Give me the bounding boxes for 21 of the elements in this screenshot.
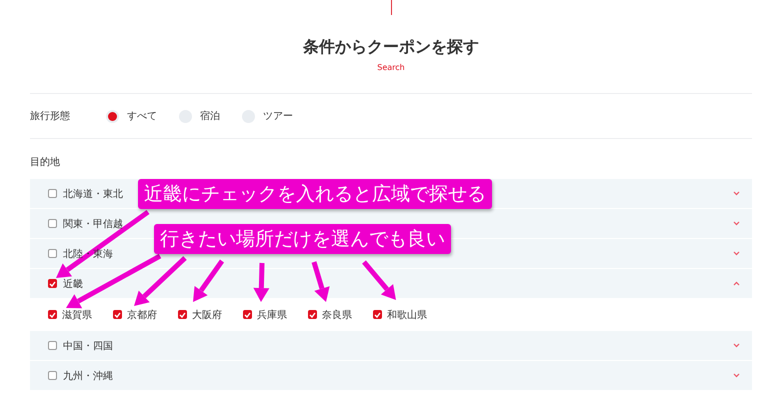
region-label: 近畿 [63, 278, 83, 290]
region-label: 関東・甲信越 [63, 218, 123, 230]
field-label: 目的地 [30, 156, 61, 169]
prefecture-label: 兵庫県 [257, 308, 287, 322]
radio-label: すべて [127, 110, 157, 123]
radio-label: 宿泊 [200, 110, 220, 123]
prefecture-label: 和歌山県 [387, 308, 427, 322]
prefecture-label: 京都府 [127, 308, 157, 322]
prefecture-label: 奈良県 [322, 308, 352, 322]
annotation-tooltip: 近畿にチェックを入れると広域で探せる [138, 179, 492, 209]
annotation-tooltip: 行きたい場所だけを選んでも良い [154, 224, 451, 254]
field-label: 旅行形態 [30, 110, 71, 123]
region-label: 北海道・東北 [63, 188, 123, 200]
radio-label: ツアー [263, 110, 293, 123]
region-label: 北陸・東海 [63, 248, 113, 260]
region-label: 九州・沖縄 [63, 370, 113, 382]
prefecture-label: 滋賀県 [62, 308, 92, 322]
page-title: 条件からクーポンを探す [303, 37, 479, 57]
page-subtitle: Search [377, 63, 405, 73]
region-label: 中国・四国 [63, 340, 113, 352]
prefecture-label: 大阪府 [192, 308, 222, 322]
